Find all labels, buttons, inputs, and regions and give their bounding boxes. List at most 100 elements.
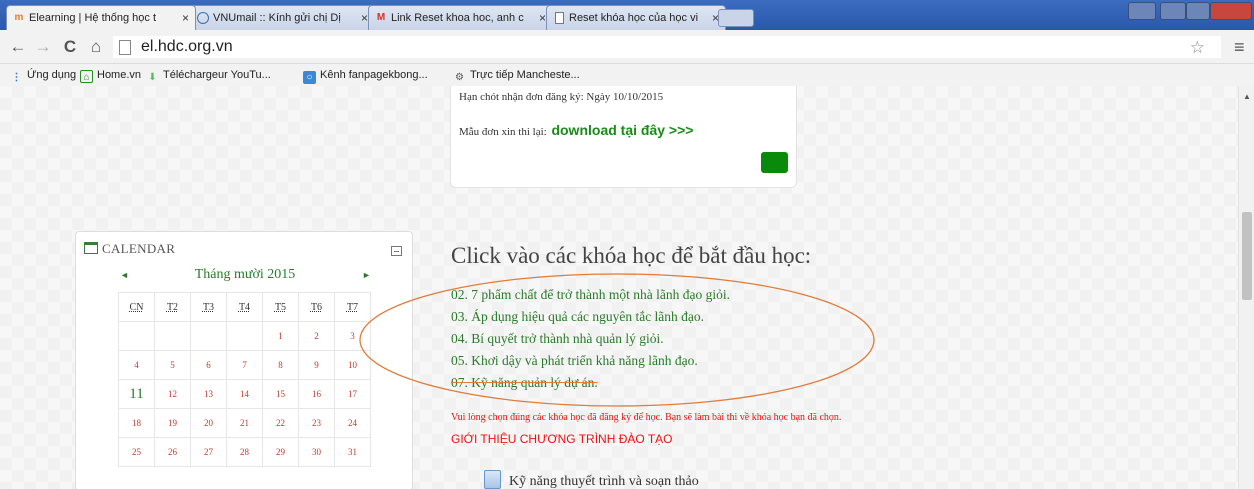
calendar-day bbox=[190, 321, 227, 351]
course-link[interactable]: 02. 7 phẩm chất để trở thành một nhà lãn… bbox=[451, 284, 730, 306]
calendar-day: 18 bbox=[118, 408, 155, 438]
course-label: 04. Bí quyết trở thành nhà quản lý giỏi. bbox=[451, 331, 664, 346]
weekday-header: CN bbox=[118, 292, 155, 322]
bookmark-manchester[interactable]: ⚙ Trực tiếp Mancheste... bbox=[453, 67, 580, 84]
form-label: Mẫu đơn xin thi lại: bbox=[459, 126, 547, 138]
tab-close-icon[interactable]: × bbox=[182, 6, 189, 30]
address-bar[interactable]: el.hdc.org.vn ☆ bbox=[112, 35, 1222, 59]
tab-close-icon[interactable]: × bbox=[361, 6, 368, 30]
maximize-button[interactable] bbox=[1186, 2, 1210, 20]
tab-title: VNUmail :: Kính gửi chị Dị bbox=[213, 12, 341, 24]
green-button[interactable] bbox=[761, 152, 788, 173]
bookmark-label: Téléchargeur YouTu... bbox=[163, 69, 271, 81]
calendar-day-today: 11 bbox=[118, 379, 155, 409]
calendar-day: 27 bbox=[190, 437, 227, 467]
scroll-thumb[interactable] bbox=[1242, 212, 1252, 300]
course-link[interactable]: 07. Kỹ năng quản lý dự án. bbox=[451, 372, 730, 394]
download-link[interactable]: download tại đây >>> bbox=[551, 122, 693, 138]
page-scrollbar[interactable]: ▲ bbox=[1238, 86, 1254, 489]
bookmark-fanpage[interactable]: ○ Kênh fanpagekbong... bbox=[303, 67, 428, 84]
calendar-day bbox=[226, 321, 263, 351]
form-line: Mẫu đơn xin thi lại: download tại đây >>… bbox=[459, 122, 693, 138]
close-window-button[interactable] bbox=[1210, 2, 1252, 20]
scroll-up-arrow-icon[interactable]: ▲ bbox=[1243, 92, 1251, 101]
calendar-day: 26 bbox=[154, 437, 191, 467]
course-link[interactable]: 03. Áp dụng hiệu quả các nguyên tắc lãnh… bbox=[451, 306, 730, 328]
calendar-day: 14 bbox=[226, 379, 263, 409]
live-icon: ⚙ bbox=[455, 72, 464, 83]
calendar-day: 16 bbox=[298, 379, 335, 409]
program-item-label: Kỹ năng thuyết trình và soạn thảo bbox=[509, 474, 699, 489]
deadline-text: Hạn chót nhận đơn đăng ký: Ngày 10/10/20… bbox=[459, 91, 664, 103]
calendar-day: 4 bbox=[118, 350, 155, 380]
program-item[interactable]: Kỹ năng thuyết trình và soạn thảo bbox=[484, 470, 699, 489]
bookmark-youtube-downloader[interactable]: ⬇ Téléchargeur YouTu... bbox=[146, 67, 271, 84]
browser-toolbar: ← → C ⌂ el.hdc.org.vn ☆ ≡ bbox=[0, 30, 1254, 64]
course-label: 07. Kỹ năng quản lý dự án. bbox=[451, 375, 598, 390]
bookmark-star-icon[interactable]: ☆ bbox=[1190, 37, 1205, 59]
url-text: el.hdc.org.vn bbox=[141, 38, 233, 55]
calendar-day: 21 bbox=[226, 408, 263, 438]
calendar-day: 3 bbox=[334, 321, 371, 351]
page-icon bbox=[119, 40, 131, 55]
home-icon[interactable]: ⌂ bbox=[86, 37, 106, 57]
calendar-day: 7 bbox=[226, 350, 263, 380]
tab-elearning[interactable]: m Elearning | Hệ thống học t × bbox=[6, 5, 196, 30]
bookmark-homevn[interactable]: ⌂ Home.vn bbox=[80, 67, 141, 83]
weekday-header: T2 bbox=[154, 292, 191, 322]
tab-reset-doc[interactable]: Reset khóa học của học vi × bbox=[546, 5, 726, 30]
collapse-icon[interactable] bbox=[391, 246, 402, 256]
bookmark-label: Home.vn bbox=[97, 69, 142, 81]
calendar-icon bbox=[84, 242, 98, 254]
courses-heading: Click vào các khóa học để bắt đầu học: bbox=[451, 243, 812, 268]
calendar-week: 1 2 3 bbox=[118, 321, 371, 351]
calendar-day bbox=[154, 321, 191, 351]
calendar-day: 28 bbox=[226, 437, 263, 467]
calendar-day: 9 bbox=[298, 350, 335, 380]
user-profile-icon[interactable] bbox=[1128, 2, 1156, 20]
forward-arrow-icon[interactable]: → bbox=[33, 37, 53, 57]
calendar-week: 4 5 6 7 8 9 10 bbox=[118, 350, 371, 380]
course-label: 02. 7 phẩm chất để trở thành một nhà lãn… bbox=[451, 287, 730, 302]
course-link[interactable]: 05. Khơi dậy và phát triển khả năng lãnh… bbox=[451, 350, 730, 372]
tab-title: Elearning | Hệ thống học t bbox=[29, 12, 156, 24]
back-arrow-icon[interactable]: ← bbox=[8, 37, 28, 57]
next-month-arrow-icon[interactable]: ► bbox=[362, 270, 371, 280]
weekday-header: T6 bbox=[298, 292, 335, 322]
calendar-day: 1 bbox=[262, 321, 299, 351]
calendar-day: 31 bbox=[334, 437, 371, 467]
tab-title: Reset khóa học của học vi bbox=[569, 12, 699, 24]
vnumail-favicon bbox=[197, 12, 209, 24]
exam-info-box: Hạn chót nhận đơn đăng ký: Ngày 10/10/20… bbox=[450, 86, 797, 188]
downloader-icon: ⬇ bbox=[148, 72, 157, 83]
program-intro-heading: GIỚI THIỆU CHƯƠNG TRÌNH ĐÀO TẠO bbox=[451, 432, 673, 446]
prev-month-arrow-icon[interactable]: ◄ bbox=[120, 270, 129, 280]
calendar-day: 25 bbox=[118, 437, 155, 467]
tab-strip: m Elearning | Hệ thống học t × VNUmail :… bbox=[0, 0, 1254, 30]
calendar-day: 17 bbox=[334, 379, 371, 409]
bookmark-apps[interactable]: ⋮ Ứng dụng bbox=[10, 67, 77, 84]
tab-vnumail[interactable]: VNUmail :: Kính gửi chị Dị × bbox=[190, 5, 375, 30]
tab-title: Link Reset khoa hoc, anh c bbox=[391, 12, 524, 24]
tab-close-icon[interactable]: × bbox=[539, 6, 546, 30]
new-tab-button[interactable] bbox=[718, 9, 754, 27]
elearning-favicon: m bbox=[14, 12, 24, 23]
calendar-week: 18 19 20 21 22 23 24 bbox=[118, 408, 371, 438]
calendar-day bbox=[118, 321, 155, 351]
bookmarks-bar: ⋮ Ứng dụng ⌂ Home.vn ⬇ Téléchargeur YouTu..… bbox=[0, 64, 1254, 86]
tab-gmail[interactable]: M Link Reset khoa hoc, anh c × bbox=[368, 5, 553, 30]
weekday-header: T3 bbox=[190, 292, 227, 322]
document-icon bbox=[484, 470, 501, 489]
reload-icon[interactable]: C bbox=[60, 37, 80, 57]
bookmark-label: Trực tiếp Mancheste... bbox=[470, 69, 580, 81]
calendar-day: 20 bbox=[190, 408, 227, 438]
calendar-day: 8 bbox=[262, 350, 299, 380]
calendar-day: 5 bbox=[154, 350, 191, 380]
doc-favicon bbox=[555, 12, 564, 24]
course-link[interactable]: 04. Bí quyết trở thành nhà quản lý giỏi. bbox=[451, 328, 730, 350]
minimize-button[interactable] bbox=[1160, 2, 1186, 20]
page-content: Hạn chót nhận đơn đăng ký: Ngày 10/10/20… bbox=[0, 86, 1238, 489]
calendar-week: 25 26 27 28 29 30 31 bbox=[118, 437, 371, 467]
menu-icon[interactable]: ≡ bbox=[1234, 37, 1245, 58]
calendar-day: 22 bbox=[262, 408, 299, 438]
